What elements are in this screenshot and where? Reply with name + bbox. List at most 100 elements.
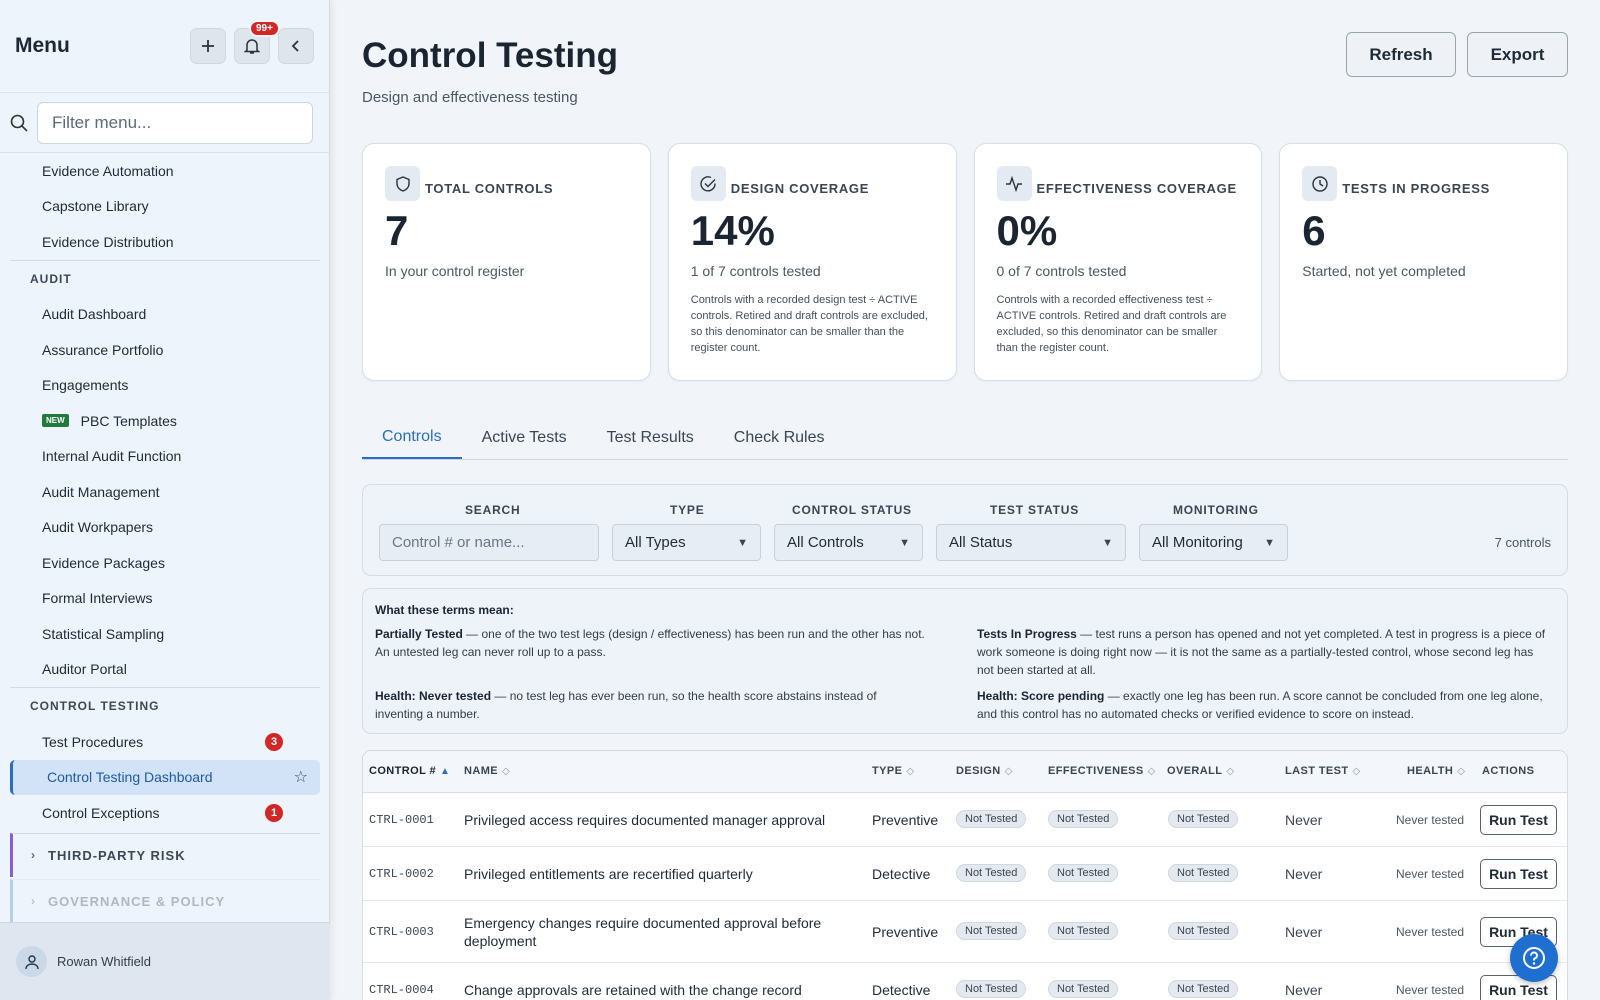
table-row[interactable]: CTRL-0004 Change approvals are retained w…: [363, 963, 1567, 1000]
control-type: Preventive: [872, 924, 939, 940]
control-name[interactable]: Privileged entitlements are recertified …: [464, 865, 859, 883]
sidebar-item-pbc-templates[interactable]: NEW PBC Templates: [0, 403, 330, 439]
card-value: 0%: [996, 207, 1058, 254]
card-value: 7: [385, 207, 409, 254]
monitoring-label: MONITORING: [1173, 503, 1259, 517]
user-footer[interactable]: Rowan Whitfield: [0, 922, 330, 1000]
col-type[interactable]: TYPE ◇: [872, 765, 914, 777]
col-overall[interactable]: OVERALL ◇: [1167, 765, 1234, 777]
sidebar-item-capstone-library[interactable]: Capstone Library: [0, 189, 330, 225]
health-status: Never tested: [1396, 983, 1465, 997]
search-input[interactable]: [392, 534, 598, 551]
help-button[interactable]: [1510, 934, 1558, 982]
card-label: TOTAL CONTROLS: [425, 181, 554, 196]
sidebar-item-formal-interviews[interactable]: Formal Interviews: [0, 581, 330, 617]
chevron-down-icon: ▼: [899, 536, 910, 549]
control-name[interactable]: Privileged access requires documented ma…: [464, 811, 859, 829]
control-name[interactable]: Emergency changes require documented app…: [464, 914, 859, 950]
chevron-right-icon: ›: [31, 848, 36, 862]
design-status-badge: Not Tested: [956, 980, 1027, 998]
sidebar-item-engagements[interactable]: Engagements: [0, 368, 330, 404]
sidebar-item-evidence-automation[interactable]: Evidence Automation: [0, 153, 330, 189]
monitoring-select[interactable]: All Monitoring ▼: [1139, 524, 1288, 561]
collapse-sidebar-button[interactable]: [278, 28, 314, 64]
col-design[interactable]: DESIGN ◇: [956, 765, 1013, 777]
col-last-test[interactable]: LAST TEST ◇: [1285, 765, 1361, 777]
user-name: Rowan Whitfield: [57, 954, 151, 969]
card-note: Controls with a recorded effectiveness t…: [996, 294, 1227, 354]
notifications-badge: 99+: [249, 20, 280, 37]
col-health[interactable]: HEALTH ◇: [1407, 765, 1465, 777]
sort-icon: ◇: [1352, 766, 1361, 777]
sidebar-item-assurance-portfolio[interactable]: Assurance Portfolio: [0, 332, 330, 368]
export-button[interactable]: Export: [1467, 32, 1568, 77]
page-subtitle: Design and effectiveness testing: [362, 89, 578, 106]
tab-controls[interactable]: Controls: [362, 416, 462, 459]
term-never-tested: Health: Never tested — no test leg has e…: [375, 689, 877, 721]
group-third-party-risk[interactable]: › THIRD-PARTY RISK: [10, 832, 320, 877]
design-status-badge: Not Tested: [956, 810, 1027, 828]
card-total-controls: TOTAL CONTROLS 7 In your control registe…: [362, 143, 651, 381]
run-test-button[interactable]: Run Test: [1480, 805, 1557, 835]
user-icon: [24, 954, 39, 969]
terms-glossary: What these terms mean: Partially Tested …: [362, 588, 1568, 734]
col-name[interactable]: NAME ◇: [464, 765, 510, 777]
control-id: CTRL-0003: [369, 925, 434, 939]
type-select[interactable]: All Types ▼: [612, 524, 761, 561]
control-status-select[interactable]: All Controls ▼: [774, 524, 923, 561]
tab-check-rules[interactable]: Check Rules: [714, 416, 845, 459]
table-row[interactable]: CTRL-0001 Privileged access requires docu…: [363, 793, 1567, 847]
add-button[interactable]: [190, 28, 226, 64]
table-row[interactable]: CTRL-0002 Privileged entitlements are rec…: [363, 847, 1567, 901]
sidebar-item-control-exceptions[interactable]: Control Exceptions 1: [0, 795, 330, 831]
table-row[interactable]: CTRL-0003 Emergency changes require docum…: [363, 901, 1567, 963]
card-subtext: 0 of 7 controls tested: [996, 263, 1127, 279]
control-id: CTRL-0004: [369, 983, 434, 997]
test-status-value: All Status: [949, 534, 1013, 551]
control-name[interactable]: Change approvals are retained with the c…: [464, 981, 859, 999]
sidebar-item-statistical-sampling[interactable]: Statistical Sampling: [0, 616, 330, 652]
card-label: EFFECTIVENESS COVERAGE: [1036, 181, 1237, 196]
sidebar-item-internal-audit-function[interactable]: Internal Audit Function: [0, 439, 330, 475]
effectiveness-status-badge: Not Tested: [1048, 922, 1119, 940]
tab-test-results[interactable]: Test Results: [587, 416, 714, 459]
run-test-button[interactable]: Run Test: [1480, 859, 1557, 889]
sidebar-item-evidence-packages[interactable]: Evidence Packages: [0, 545, 330, 581]
sort-icon: ◇: [1004, 766, 1013, 777]
sidebar-item-audit-management[interactable]: Audit Management: [0, 474, 330, 510]
star-icon[interactable]: ☆: [294, 767, 308, 787]
menu-filter: [0, 93, 329, 153]
shield-icon: [385, 166, 420, 201]
chevron-down-icon: ▼: [737, 536, 748, 549]
last-test: Never: [1285, 866, 1323, 882]
page-title: Control Testing: [362, 36, 618, 75]
sort-icon: ◇: [906, 766, 915, 777]
col-control-number[interactable]: CONTROL # ▲: [369, 765, 450, 777]
term-tests-in-progress: Tests In Progress — test runs a person h…: [977, 627, 1546, 677]
sort-icon: ◇: [502, 766, 511, 777]
group-label: THIRD-PARTY RISK: [48, 847, 186, 863]
sidebar-item-audit-dashboard[interactable]: Audit Dashboard: [0, 297, 330, 333]
control-id: CTRL-0001: [369, 813, 434, 827]
tab-active-tests[interactable]: Active Tests: [462, 416, 587, 459]
sidebar-item-audit-workpapers[interactable]: Audit Workpapers: [0, 510, 330, 546]
group-governance-policy[interactable]: › GOVERNANCE & POLICY: [10, 878, 320, 923]
refresh-button[interactable]: Refresh: [1346, 32, 1456, 77]
control-type: Preventive: [872, 812, 939, 828]
filter-bar: SEARCH TYPE All Types ▼ CONTROL STATUS Al…: [362, 484, 1568, 576]
monitoring-value: All Monitoring: [1152, 534, 1243, 551]
sidebar-item-auditor-portal[interactable]: Auditor Portal: [0, 652, 330, 688]
sidebar-nav: Evidence Automation Capstone Library Evi…: [0, 153, 330, 923]
col-effectiveness[interactable]: EFFECTIVENESS ◇: [1048, 765, 1156, 777]
menu-filter-input[interactable]: [37, 101, 313, 144]
sidebar-item-test-procedures[interactable]: Test Procedures 3: [0, 724, 330, 760]
notifications-button[interactable]: 99+: [234, 20, 280, 64]
test-status-select[interactable]: All Status ▼: [936, 524, 1126, 561]
sidebar-item-evidence-distribution[interactable]: Evidence Distribution: [0, 224, 330, 260]
search-label: SEARCH: [465, 503, 521, 517]
control-type: Detective: [872, 982, 931, 998]
sidebar-item-control-testing-dashboard[interactable]: Control Testing Dashboard ☆: [10, 759, 320, 795]
sidebar-header: Menu 99+: [0, 0, 329, 93]
type-label: TYPE: [670, 503, 705, 517]
term-partially-tested: Partially Tested — one of the two test l…: [375, 627, 925, 659]
